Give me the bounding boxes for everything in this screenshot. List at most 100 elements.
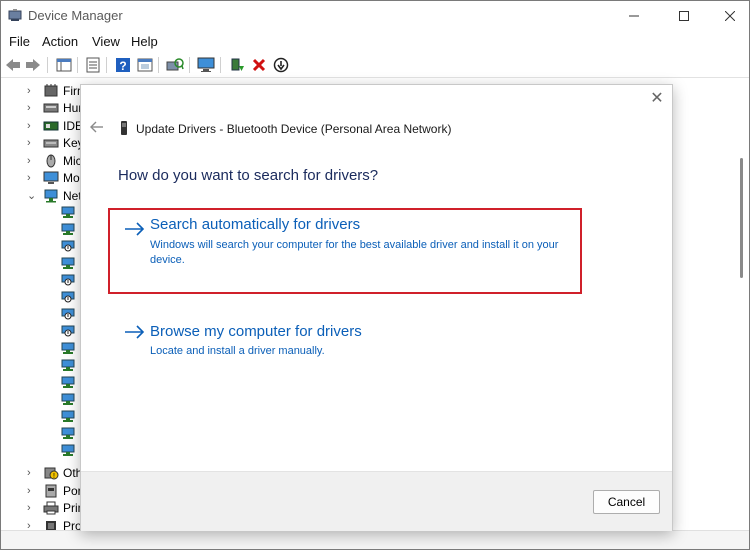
- toolbar-separator: [77, 57, 78, 73]
- menu-file[interactable]: File: [9, 34, 30, 49]
- menu-view[interactable]: View: [92, 34, 120, 49]
- monitor-button[interactable]: [197, 56, 215, 74]
- update-driver-button[interactable]: [228, 56, 246, 74]
- printer-icon: [43, 501, 59, 514]
- arrow-right-icon: [125, 222, 145, 236]
- network-adapter-icon[interactable]: [61, 444, 75, 457]
- show-hidden-button[interactable]: [136, 56, 154, 74]
- close-icon: [725, 11, 735, 21]
- dialog-close-button[interactable]: ✕: [650, 90, 664, 107]
- chevron-right-icon[interactable]: ›: [27, 172, 37, 184]
- toolbar-separator: [158, 57, 159, 73]
- device-manager-app-icon: [8, 9, 22, 21]
- tree-item-ports[interactable]: › Por: [27, 482, 82, 499]
- toolbar-separator: [189, 57, 190, 73]
- browse-computer-option[interactable]: Browse my computer for drivers Locate an…: [108, 309, 578, 369]
- tree-item-label: Mo: [63, 170, 80, 185]
- tree-item-network-adapters[interactable]: ⌄ Net: [27, 187, 82, 204]
- chevron-right-icon[interactable]: ›: [27, 102, 37, 114]
- help-button[interactable]: ?: [114, 56, 132, 74]
- forward-button[interactable]: [24, 56, 42, 74]
- menu-bar: File Action View Help: [1, 31, 749, 53]
- vertical-scrollbar[interactable]: [734, 78, 749, 530]
- chevron-right-icon[interactable]: ›: [27, 120, 37, 132]
- back-arrow-icon: [6, 59, 20, 71]
- network-adapter-disabled-icon[interactable]: [61, 291, 75, 304]
- network-adapter-icon[interactable]: [61, 257, 75, 270]
- chevron-right-icon[interactable]: ›: [27, 85, 37, 97]
- properties-button[interactable]: [84, 56, 102, 74]
- update-driver-icon: [231, 58, 244, 71]
- keyboard-icon: [43, 139, 59, 147]
- option-title: Browse my computer for drivers: [150, 323, 362, 340]
- chevron-right-icon[interactable]: ›: [27, 485, 37, 497]
- network-adapter-icon[interactable]: [61, 223, 75, 236]
- cancel-button[interactable]: Cancel: [593, 490, 660, 514]
- status-bar: [1, 530, 749, 549]
- chevron-right-icon[interactable]: ›: [27, 467, 37, 479]
- dialog-footer: Cancel: [81, 471, 672, 531]
- firmware-icon: [44, 83, 58, 96]
- chevron-right-icon[interactable]: ›: [27, 137, 37, 149]
- toolbar: ?: [1, 53, 749, 78]
- network-adapter-disabled-icon[interactable]: [61, 274, 75, 287]
- tree-item-keyboards[interactable]: › Key: [27, 134, 84, 151]
- network-adapter-icon[interactable]: [61, 410, 75, 423]
- tree-item-monitors[interactable]: › Mo: [27, 169, 80, 186]
- hid-icon: [43, 103, 59, 112]
- scan-hardware-button[interactable]: [166, 56, 184, 74]
- other-devices-icon: !: [44, 467, 59, 480]
- option-description: Locate and install a driver manually.: [150, 345, 325, 357]
- option-description: Windows will search your computer for th…: [150, 239, 559, 266]
- network-adapter-icon[interactable]: [61, 359, 75, 372]
- network-adapter-icon[interactable]: [61, 427, 75, 440]
- forward-arrow-icon: [26, 59, 40, 71]
- disable-device-button[interactable]: [272, 56, 290, 74]
- scan-hardware-icon: [166, 58, 184, 71]
- arrow-right-icon: [125, 325, 145, 339]
- port-icon: [45, 484, 57, 497]
- close-icon: ✕: [650, 90, 664, 107]
- tree-item-firmware[interactable]: › Firm: [27, 82, 87, 99]
- maximize-button[interactable]: [661, 1, 707, 31]
- console-tree-button[interactable]: [55, 56, 73, 74]
- network-adapter-icon[interactable]: [61, 342, 75, 355]
- svg-text:?: ?: [119, 59, 126, 73]
- close-button[interactable]: [707, 1, 749, 31]
- uninstall-device-button[interactable]: [250, 56, 268, 74]
- network-adapter-disabled-icon[interactable]: [61, 325, 75, 338]
- network-adapter-icon[interactable]: [61, 393, 75, 406]
- update-drivers-dialog: ✕ Update Drivers - Bluetooth Device (Per…: [80, 84, 673, 531]
- window-title: Device Manager: [28, 8, 123, 23]
- bluetooth-device-icon: [121, 121, 127, 135]
- minimize-button[interactable]: [611, 1, 657, 31]
- option-title: Search automatically for drivers: [150, 216, 361, 233]
- chevron-right-icon[interactable]: ›: [27, 502, 37, 514]
- network-adapter-icon[interactable]: [61, 206, 75, 219]
- back-button[interactable]: [4, 56, 22, 74]
- menu-action[interactable]: Action: [42, 34, 78, 49]
- properties-icon: [86, 57, 100, 73]
- chevron-down-icon[interactable]: ⌄: [27, 189, 37, 202]
- tree-item-label: Mic: [63, 153, 82, 168]
- uninstall-device-icon: [252, 58, 266, 72]
- tree-item-mice[interactable]: › Mic: [27, 152, 82, 169]
- tree-item-print-queues[interactable]: › Prin: [27, 499, 84, 516]
- monitor-icon: [197, 57, 215, 72]
- search-automatically-option[interactable]: Search automatically for drivers Windows…: [108, 208, 582, 294]
- menu-help[interactable]: Help: [131, 34, 158, 49]
- scrollbar-thumb[interactable]: [740, 158, 743, 278]
- network-adapter-disabled-icon[interactable]: [61, 240, 75, 253]
- back-arrow-icon[interactable]: [89, 120, 105, 134]
- ide-controller-icon: [43, 121, 59, 130]
- show-hidden-icon: [137, 58, 153, 72]
- dialog-title: Update Drivers - Bluetooth Device (Perso…: [136, 122, 452, 136]
- tree-item-ide[interactable]: › IDE: [27, 117, 83, 134]
- disable-device-icon: [273, 57, 289, 73]
- help-icon: ?: [116, 58, 130, 73]
- chevron-right-icon[interactable]: ›: [27, 155, 37, 167]
- network-adapter-disabled-icon[interactable]: [61, 308, 75, 321]
- title-bar: Device Manager: [1, 1, 749, 31]
- tree-item-other-devices[interactable]: › ! Oth: [27, 464, 82, 481]
- network-adapter-icon[interactable]: [61, 376, 75, 389]
